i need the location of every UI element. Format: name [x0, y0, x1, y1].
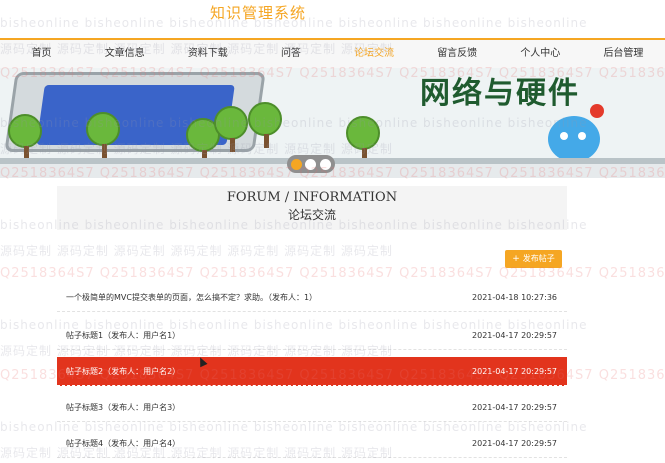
thread-time: 2021-04-17 20:29:57: [472, 331, 557, 340]
carousel-dot-1[interactable]: [290, 158, 302, 170]
banner-slogan: 网络与硬件: [420, 76, 580, 111]
thread-row[interactable]: 帖子标题4（发布人：用户名4） 2021-04-17 20:29:57: [57, 429, 567, 458]
thread-time: 2021-04-17 20:29:57: [472, 439, 557, 448]
thread-time: 2021-04-17 20:29:57: [472, 367, 557, 376]
thread-row[interactable]: 帖子标题3（发布人：用户名3） 2021-04-17 20:29:57: [57, 393, 567, 422]
thread-title: 帖子标题1（发布人：用户名1）: [66, 331, 181, 340]
robot-illustration: [548, 116, 600, 162]
new-post-button[interactable]: + 发布帖子: [505, 250, 562, 268]
nav-item-profile[interactable]: 个人中心: [499, 40, 582, 68]
watermark-row: Q2518364S7 Q2518364S7 Q2518364S7 Q251836…: [0, 266, 665, 281]
tree-illustration: [346, 116, 380, 162]
thread-row[interactable]: 一个极简单的MVC提交表单的页面，怎么搞不定？求助。（发布人：1） 2021-0…: [57, 283, 567, 312]
thread-title: 帖子标题2（发布人：用户名2）: [66, 367, 181, 376]
tree-illustration: [248, 102, 282, 148]
carousel-dot-3[interactable]: [320, 158, 332, 170]
thread-time: 2021-04-18 10:27:36: [472, 293, 557, 302]
thread-row-hovered[interactable]: 帖子标题2（发布人：用户名2） 2021-04-17 20:29:57: [57, 357, 567, 386]
new-post-label: 发布帖子: [522, 254, 555, 263]
robot-eye: [578, 132, 586, 140]
nav-item-qa[interactable]: 问答: [249, 40, 332, 68]
carousel-dots: [287, 155, 335, 173]
robot-antenna: [590, 104, 604, 118]
section-title-en: FORUM / INFORMATION: [226, 190, 398, 205]
thread-title: 帖子标题4（发布人：用户名4）: [66, 439, 181, 448]
main-nav: 首页 文章信息 资料下载 问答 论坛交流 留言反馈 个人中心 后台管理: [0, 38, 665, 68]
thread-row[interactable]: 帖子标题1（发布人：用户名1） 2021-04-17 20:29:57: [57, 321, 567, 350]
nav-item-home[interactable]: 首页: [0, 40, 83, 68]
site-title: 知识管理系统: [210, 4, 307, 22]
nav-item-downloads[interactable]: 资料下载: [166, 40, 249, 68]
plus-icon: +: [512, 254, 520, 264]
top-bar: 知识管理系统: [0, 0, 665, 38]
section-header: FORUM / INFORMATION 论坛交流: [57, 186, 567, 230]
thread-time: 2021-04-17 20:29:57: [472, 403, 557, 412]
tree-illustration: [8, 114, 42, 160]
tree-illustration: [86, 112, 120, 158]
robot-eye: [560, 132, 568, 140]
nav-item-articles[interactable]: 文章信息: [83, 40, 166, 68]
watermark-row: 源码定制 源码定制 源码定制 源码定制 源码定制 源码定制 源码定制: [0, 244, 393, 258]
tree-illustration: [214, 106, 248, 152]
nav-item-admin[interactable]: 后台管理: [582, 40, 665, 68]
carousel-dot-2[interactable]: [305, 158, 317, 170]
section-title-cn: 论坛交流: [287, 208, 336, 222]
thread-list: 一个极简单的MVC提交表单的页面，怎么搞不定？求助。（发布人：1） 2021-0…: [57, 283, 567, 458]
nav-item-feedback[interactable]: 留言反馈: [416, 40, 499, 68]
thread-title: 一个极简单的MVC提交表单的页面，怎么搞不定？求助。（发布人：1）: [66, 293, 318, 302]
nav-item-forum[interactable]: 论坛交流: [333, 40, 416, 68]
thread-title: 帖子标题3（发布人：用户名3）: [66, 403, 181, 412]
